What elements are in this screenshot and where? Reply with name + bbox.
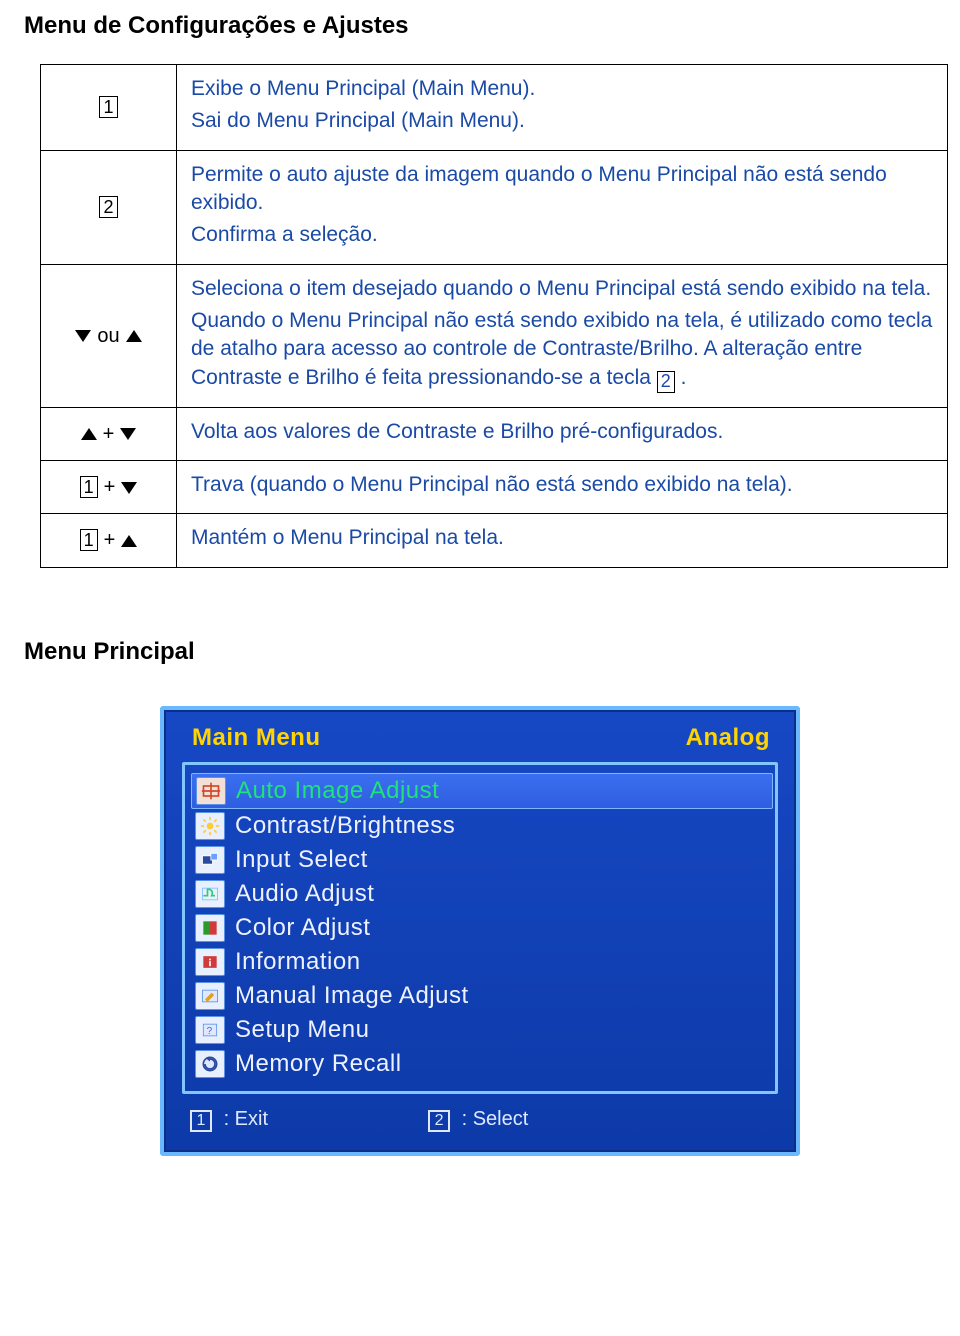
- keytable-desc: Permite o auto ajuste da imagem quando o…: [177, 150, 948, 264]
- plus-sign: +: [97, 421, 121, 448]
- setup-icon: ?: [195, 1016, 225, 1044]
- keytable-desc-line: Mantém o Menu Principal na tela.: [191, 524, 933, 552]
- osd-item-audio-adjust[interactable]: Audio Adjust: [191, 877, 769, 911]
- osd-key-1: 1: [190, 1110, 212, 1132]
- keytable-desc: Volta aos valores de Contraste e Brilho …: [177, 407, 948, 460]
- keytable-row: + Volta aos valores de Contraste e Brilho…: [41, 407, 948, 460]
- key-2: 2: [657, 371, 675, 393]
- keytable-desc-line: Volta aos valores de Contraste e Brilho …: [191, 418, 933, 446]
- osd-item-label: Color Adjust: [235, 914, 370, 942]
- keytable-desc: Trava (quando o Menu Principal não está …: [177, 461, 948, 514]
- osd-item-memory-recall[interactable]: Memory Recall: [191, 1047, 769, 1081]
- osd-item-contrast-brightness[interactable]: Contrast/Brightness: [191, 809, 769, 843]
- arrow-up-icon: [81, 428, 97, 440]
- osd-item-label: Setup Menu: [235, 1016, 369, 1044]
- heading-main-menu: Menu Principal: [24, 638, 936, 666]
- osd-item-setup-menu[interactable]: ? Setup Menu: [191, 1013, 769, 1047]
- keytable-desc: Mantém o Menu Principal na tela.: [177, 514, 948, 567]
- keytable-desc-line: Seleciona o item desejado quando o Menu …: [191, 275, 933, 303]
- arrow-down-icon: [120, 428, 136, 440]
- keytable-row: ou Seleciona o item desejado quando o Men…: [41, 264, 948, 407]
- keytable-keycell: 1: [41, 65, 177, 151]
- keytable-keycell: 1+: [41, 514, 177, 567]
- color-icon: [195, 914, 225, 942]
- key-2: 2: [99, 196, 117, 218]
- osd-exit-label: : Exit: [224, 1108, 268, 1130]
- inline-tail: .: [675, 366, 687, 389]
- brightness-icon: [195, 812, 225, 840]
- arrow-down-icon: [121, 482, 137, 494]
- keytable-keycell: ou: [41, 264, 177, 407]
- keytable-desc-line: Trava (quando o Menu Principal não está …: [191, 471, 933, 499]
- osd-item-label: Auto Image Adjust: [236, 777, 439, 805]
- osd-footer-exit: 1 : Exit: [190, 1108, 268, 1132]
- wrench-icon: [195, 982, 225, 1010]
- recall-icon: [195, 1050, 225, 1078]
- keytable-keycell: 1+: [41, 461, 177, 514]
- osd-panel: Main Menu Analog Auto Image Adjust Contra…: [160, 706, 800, 1156]
- plus-sign: +: [98, 474, 122, 501]
- keytable-desc: Seleciona o item desejado quando o Menu …: [177, 264, 948, 407]
- keytable-desc-line: Sai do Menu Principal (Main Menu).: [191, 107, 933, 135]
- osd-select-label: : Select: [462, 1108, 529, 1130]
- arrow-up-icon: [121, 535, 137, 547]
- keytable-keycell: +: [41, 407, 177, 460]
- label-or: ou: [91, 323, 125, 350]
- keytable-row: 1+ Mantém o Menu Principal na tela.: [41, 514, 948, 567]
- osd-title-left: Main Menu: [192, 724, 321, 752]
- osd-item-color-adjust[interactable]: Color Adjust: [191, 911, 769, 945]
- osd-title-right: Analog: [686, 724, 770, 752]
- osd-item-label: Memory Recall: [235, 1050, 402, 1078]
- plus-sign: +: [98, 527, 122, 554]
- osd-item-manual-image-adjust[interactable]: Manual Image Adjust: [191, 979, 769, 1013]
- osd-menu-list: Auto Image Adjust Contrast/Brightness Inpu…: [191, 769, 769, 1081]
- osd-footer-select: 2 : Select: [428, 1108, 528, 1132]
- keytable-desc-line: Permite o auto ajuste da imagem quando o…: [191, 161, 933, 218]
- osd-item-input-select[interactable]: Input Select: [191, 843, 769, 877]
- key-1: 1: [80, 476, 98, 498]
- key-1: 1: [80, 529, 98, 551]
- key-1: 1: [99, 96, 117, 118]
- keytable-row: 2 Permite o auto ajuste da imagem quando …: [41, 150, 948, 264]
- keytable-keycell: 2: [41, 150, 177, 264]
- arrow-down-icon: [75, 330, 91, 342]
- keytable-desc-line: Confirma a seleção.: [191, 221, 933, 249]
- osd-key-2: 2: [428, 1110, 450, 1132]
- svg-text:?: ?: [207, 1026, 213, 1037]
- key-functions-table: 1 Exibe o Menu Principal (Main Menu). Sai …: [40, 64, 948, 568]
- osd-item-information[interactable]: Information: [191, 945, 769, 979]
- input-icon: [195, 846, 225, 874]
- osd-item-label: Information: [235, 948, 361, 976]
- keytable-desc-line: Quando o Menu Principal não está sendo e…: [191, 307, 933, 393]
- keytable-row: 1+ Trava (quando o Menu Principal não est…: [41, 461, 948, 514]
- osd-footer: 1 : Exit 2 : Select: [182, 1094, 778, 1136]
- osd-item-label: Audio Adjust: [235, 880, 374, 908]
- heading-config-menu: Menu de Configurações e Ajustes: [24, 12, 936, 40]
- osd-item-label: Contrast/Brightness: [235, 812, 455, 840]
- audio-icon: [195, 880, 225, 908]
- osd-frame: Auto Image Adjust Contrast/Brightness Inpu…: [182, 762, 778, 1094]
- keytable-desc-line: Exibe o Menu Principal (Main Menu).: [191, 75, 933, 103]
- auto-image-icon: [196, 777, 226, 805]
- osd-item-label: Manual Image Adjust: [235, 982, 469, 1010]
- arrow-up-icon: [126, 330, 142, 342]
- osd-item-label: Input Select: [235, 846, 368, 874]
- info-icon: [195, 948, 225, 976]
- keytable-desc: Exibe o Menu Principal (Main Menu). Sai d…: [177, 65, 948, 151]
- keytable-row: 1 Exibe o Menu Principal (Main Menu). Sai …: [41, 65, 948, 151]
- osd-item-auto-image-adjust[interactable]: Auto Image Adjust: [191, 773, 773, 809]
